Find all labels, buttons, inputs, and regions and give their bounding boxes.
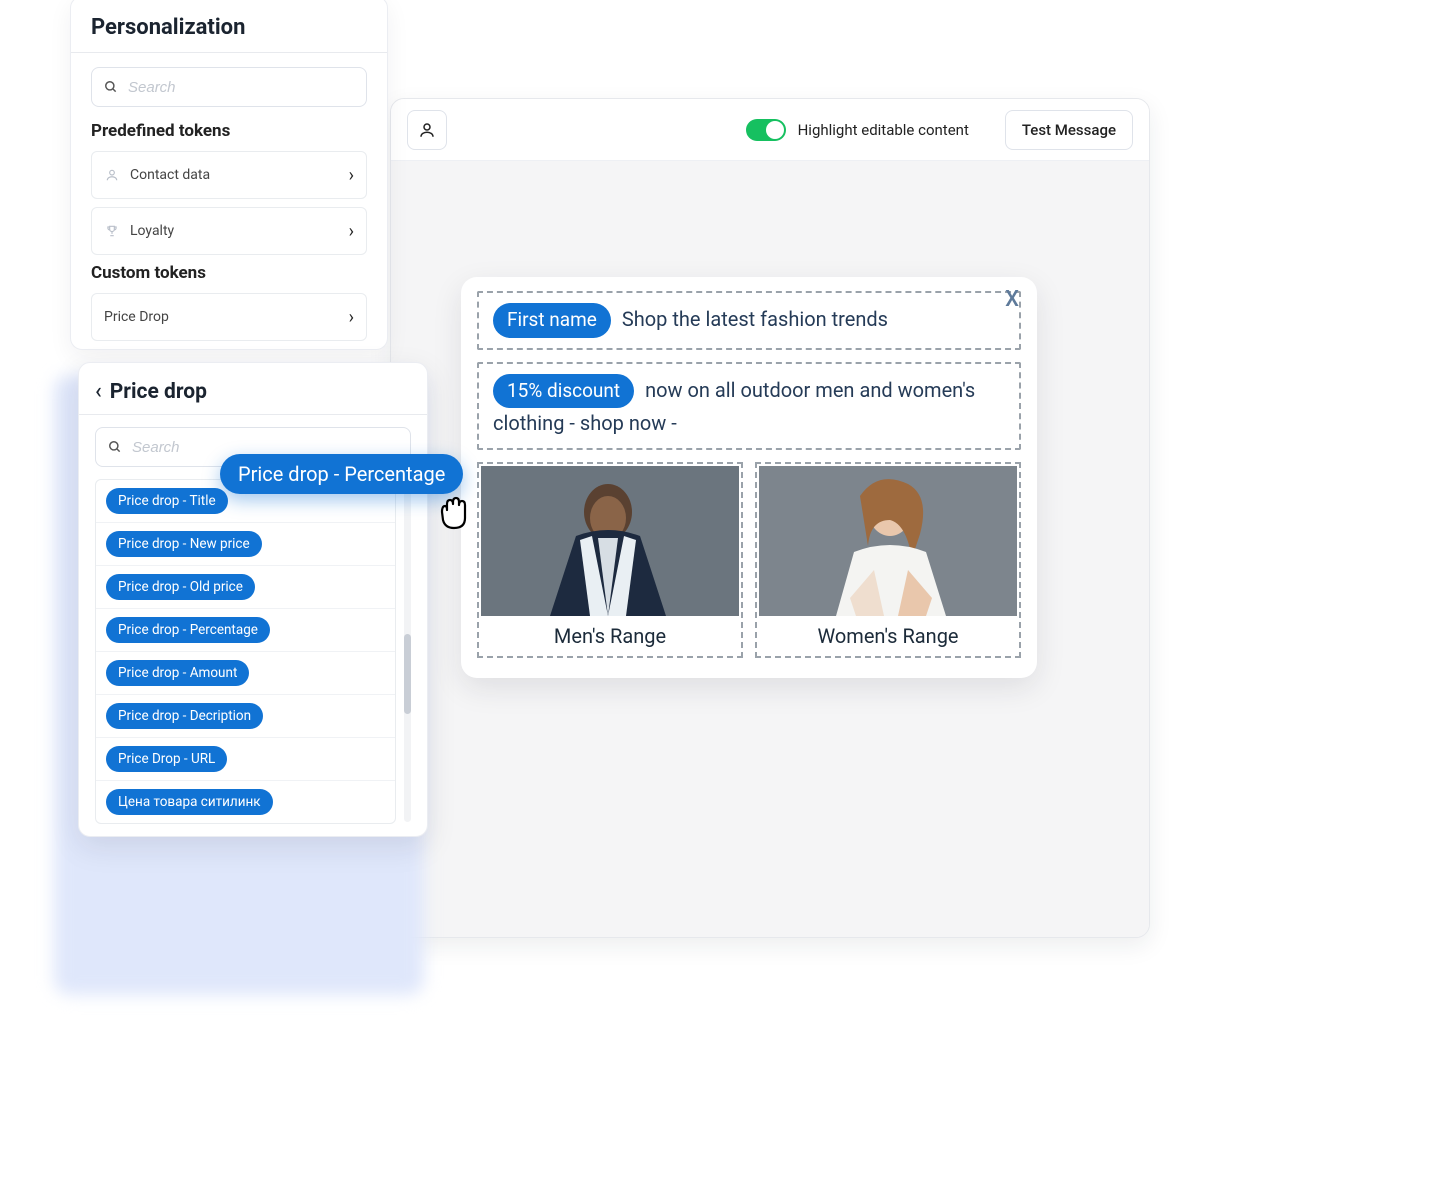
headline-text: Shop the latest fashion trends [622, 307, 888, 331]
list-item[interactable]: Price drop - Percentage [96, 609, 395, 652]
token-pill[interactable]: Price Drop - URL [106, 746, 227, 772]
list-item[interactable]: Цена товара ситилинк [96, 781, 395, 823]
token-row-contact-data[interactable]: Contact data › [91, 151, 367, 199]
chevron-right-icon: › [349, 165, 354, 186]
panel-search-input[interactable] [128, 79, 354, 96]
test-message-button[interactable]: Test Message [1005, 110, 1133, 150]
headline-editable[interactable]: First name Shop the latest fashion trend… [477, 291, 1021, 350]
col-womens-range[interactable]: Women's Range [755, 462, 1021, 658]
personalization-panel: Personalization Predefined tokens Contac… [70, 0, 388, 350]
token-row-loyalty[interactable]: Loyalty › [91, 207, 367, 255]
token-pill[interactable]: Цена товара ситилинк [106, 789, 273, 815]
row-label: Loyalty [130, 223, 174, 239]
token-first-name[interactable]: First name [493, 303, 611, 338]
editor-window: Highlight editable content Test Message … [390, 98, 1150, 938]
list-item[interactable]: Price Drop - URL [96, 738, 395, 781]
panel-search[interactable] [91, 67, 367, 107]
list-item[interactable]: Price drop - Amount [96, 652, 395, 695]
message-preview: X First name Shop the latest fashion tre… [461, 277, 1037, 678]
dragging-token[interactable]: Price drop - Percentage [220, 454, 463, 494]
person-icon [418, 121, 436, 139]
chevron-right-icon: › [349, 307, 354, 328]
token-pill[interactable]: Price drop - New price [106, 531, 262, 557]
editor-header: Highlight editable content Test Message [391, 99, 1149, 161]
token-pill[interactable]: Price drop - Old price [106, 574, 255, 600]
list-item[interactable]: Price drop - Old price [96, 566, 395, 609]
close-icon[interactable]: X [1005, 287, 1019, 312]
predefined-heading: Predefined tokens [91, 121, 367, 141]
panel-title: Personalization [91, 15, 367, 40]
body-editable[interactable]: 15% discount now on all outdoor men and … [477, 362, 1021, 451]
token-pill[interactable]: Price drop - Amount [106, 660, 249, 686]
search-icon [104, 80, 118, 94]
list-item[interactable]: Price drop - Decription [96, 695, 395, 738]
womens-caption: Women's Range [757, 624, 1019, 648]
person-icon [104, 168, 120, 182]
token-pill[interactable]: Price drop - Decription [106, 703, 263, 729]
highlight-toggle-label: Highlight editable content [798, 121, 969, 139]
search-icon [108, 440, 122, 454]
col-mens-range[interactable]: Men's Range [477, 462, 743, 658]
chevron-right-icon: › [349, 221, 354, 242]
price-drop-subpanel: ‹ Price drop Price drop - Title Price dr… [78, 362, 428, 837]
mens-image [481, 466, 739, 616]
row-label: Contact data [130, 167, 210, 183]
womens-image [759, 466, 1017, 616]
trophy-icon [104, 224, 120, 238]
back-button[interactable]: ‹ [95, 379, 102, 404]
token-pill[interactable]: Price drop - Percentage [106, 617, 270, 643]
list-item[interactable]: Price drop - New price [96, 523, 395, 566]
token-pill[interactable]: Price drop - Title [106, 488, 228, 514]
token-row-price-drop[interactable]: Price Drop › [91, 293, 367, 341]
token-list: Price drop - Title Price drop - New pric… [95, 479, 396, 824]
highlight-toggle[interactable] [746, 119, 786, 141]
token-discount[interactable]: 15% discount [493, 374, 634, 409]
custom-heading: Custom tokens [91, 263, 367, 283]
editor-canvas[interactable]: X First name Shop the latest fashion tre… [391, 161, 1149, 937]
subpanel-search-input[interactable] [132, 439, 398, 456]
grab-cursor-icon [432, 490, 476, 534]
row-label: Price Drop [104, 309, 169, 325]
mens-caption: Men's Range [479, 624, 741, 648]
scrollbar[interactable] [404, 481, 411, 822]
contact-button[interactable] [407, 110, 447, 150]
subpanel-title: Price drop [110, 380, 207, 404]
